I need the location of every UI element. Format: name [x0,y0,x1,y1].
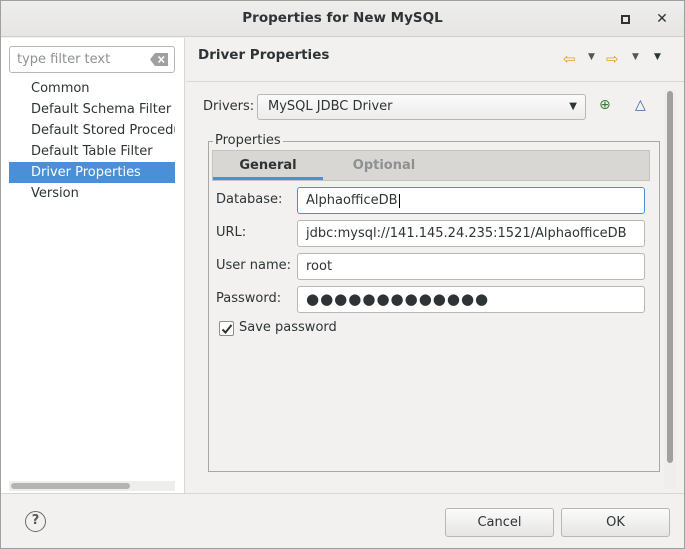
maximize-button[interactable] [615,9,635,29]
sidebar-item-default-schema-filter[interactable]: Default Schema Filter [9,99,175,120]
forward-arrow-icon[interactable]: ⇨ [606,50,619,68]
checkmark-icon [221,324,233,334]
forward-history-dropdown-icon[interactable]: ▼ [632,52,639,62]
driver-select-value: MySQL JDBC Driver [268,99,393,114]
save-password-label[interactable]: Save password [239,320,337,335]
save-password-checkbox[interactable] [219,321,234,336]
text-cursor [398,193,400,208]
driver-select[interactable]: MySQL JDBC Driver ▼ [257,94,586,120]
title-bar[interactable]: Properties for New MySQL ✕ [1,1,684,37]
filter-field [9,46,175,73]
category-tree: Common Default Schema Filter Default Sto… [9,78,175,204]
username-label: User name: [216,258,292,273]
button-bar: ? Cancel OK [1,493,684,548]
scrollbar-thumb[interactable] [11,483,130,489]
sidebar-horizontal-scrollbar[interactable] [9,481,175,491]
sidebar-item-version[interactable]: Version [9,183,175,204]
back-arrow-icon[interactable]: ⇦ [563,50,576,68]
tab-optional[interactable]: Optional [323,151,445,180]
password-label: Password: [216,291,282,306]
password-field[interactable]: ●●●●●●●●●●●●● [297,286,645,313]
content-vertical-scrollbar[interactable] [664,89,676,489]
view-menu-icon[interactable]: ▼ [654,52,661,62]
page-title: Driver Properties [198,47,330,63]
url-value: jdbc:mysql://141.145.24.235:1521/Alphaof… [306,226,627,241]
page-header: Driver Properties ⇦ ▼ ⇨ ▼ ▼ [186,38,684,82]
properties-group-label: Properties [213,133,283,148]
page-content: Drivers: MySQL JDBC Driver ▼ ⊕ △ Propert… [186,83,684,493]
username-value: root [306,259,333,274]
edit-driver-icon[interactable]: △ [635,97,646,113]
add-driver-icon[interactable]: ⊕ [599,97,611,113]
back-history-dropdown-icon[interactable]: ▼ [588,52,595,62]
maximize-icon [620,14,630,24]
tab-bar: General Optional [212,150,650,181]
sidebar-item-default-table-filter[interactable]: Default Table Filter [9,141,175,162]
url-field[interactable]: jdbc:mysql://141.145.24.235:1521/Alphaof… [297,220,645,247]
filter-input[interactable] [10,47,140,72]
close-icon: ✕ [656,11,668,27]
password-value: ●●●●●●●●●●●●● [306,290,490,308]
cancel-button[interactable]: Cancel [445,508,554,537]
url-label: URL: [216,225,247,240]
database-value: AlphaofficeDB [306,193,398,208]
username-field[interactable]: root [297,253,645,280]
help-icon[interactable]: ? [25,511,46,532]
database-field[interactable]: AlphaofficeDB [297,187,645,214]
sidebar-item-driver-properties[interactable]: Driver Properties [9,162,175,183]
tab-general[interactable]: General [213,151,323,180]
drivers-label: Drivers: [203,99,255,114]
properties-dialog: Properties for New MySQL ✕ Common Defaul… [0,0,685,549]
window-title: Properties for New MySQL [242,10,443,26]
sidebar-item-common[interactable]: Common [9,78,175,99]
ok-button[interactable]: OK [561,508,670,537]
close-button[interactable]: ✕ [652,9,672,29]
sidebar: Common Default Schema Filter Default Sto… [1,38,185,493]
chevron-down-icon: ▼ [569,101,577,112]
sidebar-item-default-stored-procedure[interactable]: Default Stored Procedu [9,120,175,141]
clear-filter-icon[interactable] [150,53,168,66]
database-label: Database: [216,192,283,207]
scrollbar-thumb[interactable] [667,91,673,463]
